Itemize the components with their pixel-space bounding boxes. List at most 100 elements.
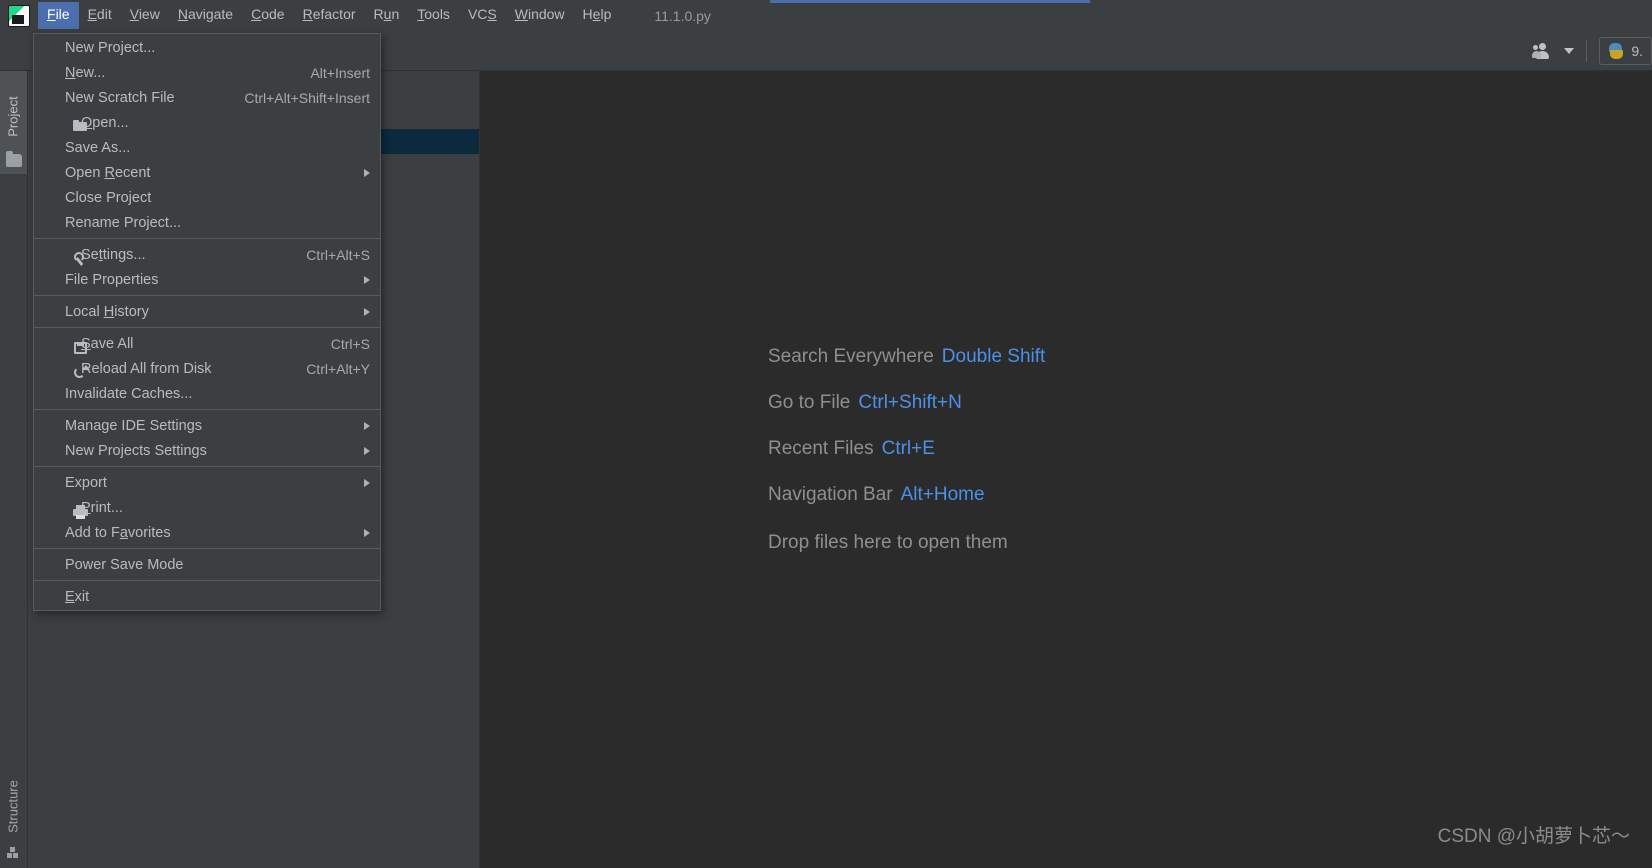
submenu-arrow-icon <box>364 275 370 284</box>
menu-item-label: Save As... <box>65 139 131 156</box>
menu-item-exit[interactable]: Exit <box>34 584 380 609</box>
menu-item-file-properties[interactable]: File Properties <box>34 267 380 292</box>
menu-item-label: Settings... <box>81 246 146 263</box>
hint-shortcut: Double Shift <box>941 346 1046 367</box>
menu-item-label: New Projects Settings <box>65 442 207 459</box>
submenu-arrow-icon <box>364 528 370 537</box>
submenu-arrow-icon <box>364 421 370 430</box>
menu-item-label: New Project... <box>65 39 156 56</box>
menu-file[interactable]: File <box>38 2 79 29</box>
menu-vcs[interactable]: VCS <box>459 2 506 28</box>
menu-item-label: Invalidate Caches... <box>65 385 193 402</box>
menu-item-rename-project[interactable]: Rename Project... <box>34 210 380 235</box>
menu-item-new-scratch-file[interactable]: New Scratch File Ctrl+Alt+Shift+Insert <box>34 85 380 110</box>
tool-window-tab-structure[interactable]: Structure <box>0 763 27 868</box>
menu-item-settings[interactable]: Settings... Ctrl+Alt+S <box>34 242 380 267</box>
reload-icon <box>73 365 90 381</box>
menu-separator <box>34 409 380 410</box>
editor-empty-area: Search Everywhere Double Shift Go to File… <box>479 70 1652 868</box>
menu-item-export[interactable]: Export <box>34 470 380 495</box>
menu-help[interactable]: Help <box>574 2 621 28</box>
menu-item-open[interactable]: Open... <box>34 110 380 135</box>
menu-item-print[interactable]: Print... <box>34 495 380 520</box>
left-tool-strip: Project Structure <box>0 31 28 868</box>
menu-item-accelerator: Ctrl+Alt+Y <box>306 360 370 377</box>
menu-item-new[interactable]: New... Alt+Insert <box>34 60 380 85</box>
hint-shortcut: Ctrl+E <box>881 438 935 459</box>
menu-item-save-as[interactable]: Save As... <box>34 135 380 160</box>
hint-row: Navigation Bar Alt+Home <box>768 483 1045 507</box>
hint-row: Search Everywhere Double Shift <box>768 345 1045 369</box>
menu-refactor[interactable]: Refactor <box>294 2 365 28</box>
menu-bar: File Edit View Navigate Code Refactor Ru… <box>0 0 1652 31</box>
menu-item-label: New... <box>65 64 106 81</box>
submenu-arrow-icon <box>364 307 370 316</box>
hint-label: Recent Files <box>768 438 874 459</box>
python-icon <box>1608 42 1624 59</box>
hint-label: Navigation Bar <box>768 484 893 505</box>
menu-item-label: Local History <box>65 303 149 320</box>
hint-row: Go to File Ctrl+Shift+N <box>768 391 1045 415</box>
toolbar-divider <box>1586 39 1588 62</box>
menu-item-add-to-favorites[interactable]: Add to Favorites <box>34 520 380 545</box>
interpreter-label: 9. <box>1631 42 1643 59</box>
menu-item-label: Manage IDE Settings <box>65 417 203 434</box>
menu-item-new-project[interactable]: New Project... <box>34 35 380 60</box>
hint-shortcut: Alt+Home <box>900 484 985 505</box>
menu-item-invalidate-caches[interactable]: Invalidate Caches... <box>34 381 380 406</box>
accounts-button[interactable] <box>1532 42 1586 60</box>
printer-icon <box>73 504 89 520</box>
menu-run[interactable]: Run <box>365 2 409 28</box>
menu-file-rest: ile <box>55 6 70 23</box>
menu-item-label: New Scratch File <box>65 89 175 106</box>
menu-item-label: Close Project <box>65 189 152 206</box>
menu-item-label: File Properties <box>65 271 159 288</box>
menu-code[interactable]: Code <box>242 2 293 28</box>
menu-separator <box>34 327 380 328</box>
menu-item-accelerator: Ctrl+Alt+S <box>306 246 370 263</box>
menu-window[interactable]: Window <box>506 2 574 28</box>
menu-item-save-all[interactable]: Save All Ctrl+S <box>34 331 380 356</box>
menu-item-label: Reload All from Disk <box>81 360 212 377</box>
window-title: 11.1.0.py <box>654 7 711 24</box>
project-tree-selected-row[interactable] <box>379 129 479 154</box>
menu-separator <box>34 466 380 467</box>
menu-item-manage-ide-settings[interactable]: Manage IDE Settings <box>34 413 380 438</box>
menu-tools[interactable]: Tools <box>408 2 459 28</box>
menu-item-label: Open Recent <box>65 164 151 181</box>
watermark: CSDN @小胡萝卜芯～ <box>1437 826 1630 847</box>
tool-window-tab-project[interactable]: Project <box>0 71 27 174</box>
menu-item-reload-all-from-disk[interactable]: Reload All from Disk Ctrl+Alt+Y <box>34 356 380 381</box>
project-tab-label: Project <box>5 96 21 137</box>
menu-navigate[interactable]: Navigate <box>169 2 242 28</box>
save-icon <box>73 340 89 356</box>
menu-item-label: Rename Project... <box>65 214 182 231</box>
menu-separator <box>34 295 380 296</box>
drop-files-hint: Drop files here to open them <box>768 532 1008 553</box>
menu-item-close-project[interactable]: Close Project <box>34 185 380 210</box>
hint-label: Search Everywhere <box>768 346 934 367</box>
python-interpreter-selector[interactable]: 9. <box>1599 36 1652 65</box>
structure-icon <box>7 847 20 858</box>
menu-edit[interactable]: Edit <box>79 2 121 28</box>
menu-item-new-projects-settings[interactable]: New Projects Settings <box>34 438 380 463</box>
menu-item-accelerator: Ctrl+Alt+Shift+Insert <box>244 89 370 106</box>
structure-tab-label: Structure <box>5 780 21 833</box>
file-menu-popup: New Project... New... Alt+Insert New Scr… <box>33 33 381 611</box>
hint-row: Recent Files Ctrl+E <box>768 437 1045 461</box>
menu-item-accelerator: Alt+Insert <box>310 64 370 81</box>
open-folder-icon <box>73 119 89 135</box>
hint-label: Go to File <box>768 392 851 413</box>
menu-item-label: Export <box>65 474 107 491</box>
menu-item-open-recent[interactable]: Open Recent <box>34 160 380 185</box>
menu-view[interactable]: View <box>121 2 169 28</box>
menu-separator <box>34 548 380 549</box>
folder-icon <box>6 151 22 167</box>
menu-separator <box>34 238 380 239</box>
menu-item-local-history[interactable]: Local History <box>34 299 380 324</box>
wrench-icon <box>73 251 89 267</box>
menu-item-label: Exit <box>65 588 90 605</box>
menu-item-power-save-mode[interactable]: Power Save Mode <box>34 552 380 577</box>
hint-shortcut: Ctrl+Shift+N <box>858 392 962 413</box>
submenu-arrow-icon <box>364 446 370 455</box>
